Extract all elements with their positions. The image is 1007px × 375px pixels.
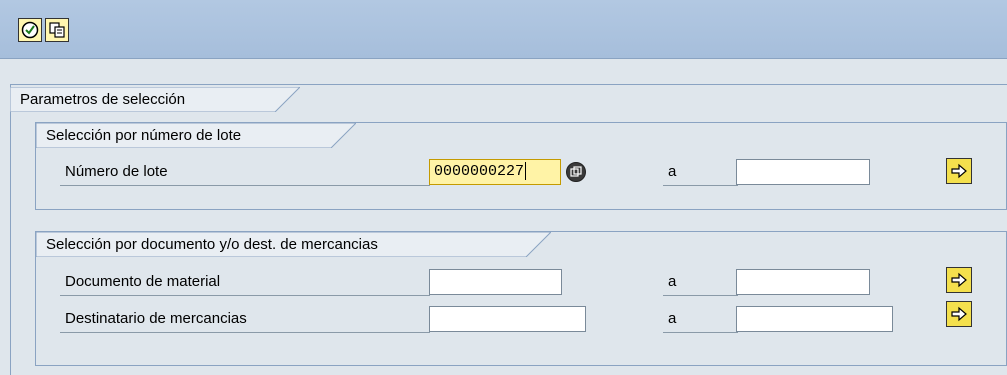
arrow-right-icon [951,163,967,179]
documento-material-from-input[interactable] [429,269,562,295]
selection-screen: Parametros de selección Selección por nú… [0,59,1007,375]
documento-multiple-selection-button[interactable] [946,267,972,293]
frame-title: Parametros de selección [20,91,186,108]
value-help-button[interactable] [566,162,586,182]
destinatario-to-input[interactable] [736,306,893,332]
arrow-right-icon [951,306,967,322]
numero-lote-from-input[interactable]: 0000000227 [429,159,561,185]
lote-to-label: a [663,159,738,186]
destinatario-from-input[interactable] [429,306,586,332]
arrow-right-icon [951,272,967,288]
frame-title-tab: Parametros de selección [10,87,300,112]
numero-lote-to-input[interactable] [736,159,870,185]
destinatario-to-label: a [663,306,738,333]
documento-material-label: Documento de material [60,269,430,296]
group-documento-title-tab: Selección por documento y/o dest. de mer… [36,232,551,257]
documento-to-label: a [663,269,738,296]
copy-variant-icon [49,22,65,38]
destinatario-multiple-selection-button[interactable] [946,301,972,327]
execute-button[interactable] [18,18,42,42]
value-help-icon [570,166,582,177]
numero-lote-label: Número de lote [60,159,430,186]
destinatario-label: Destinatario de mercancias [60,306,430,333]
execute-clock-icon [21,21,39,39]
documento-material-to-input[interactable] [736,269,870,295]
application-toolbar [0,0,1007,59]
lote-multiple-selection-button[interactable] [946,158,972,184]
copy-variant-button[interactable] [45,18,69,42]
group-documento-title: Selección por documento y/o dest. de mer… [46,236,378,253]
group-lote-title: Selección por número de lote [46,127,242,144]
group-lote-title-tab: Selección por número de lote [36,123,356,148]
